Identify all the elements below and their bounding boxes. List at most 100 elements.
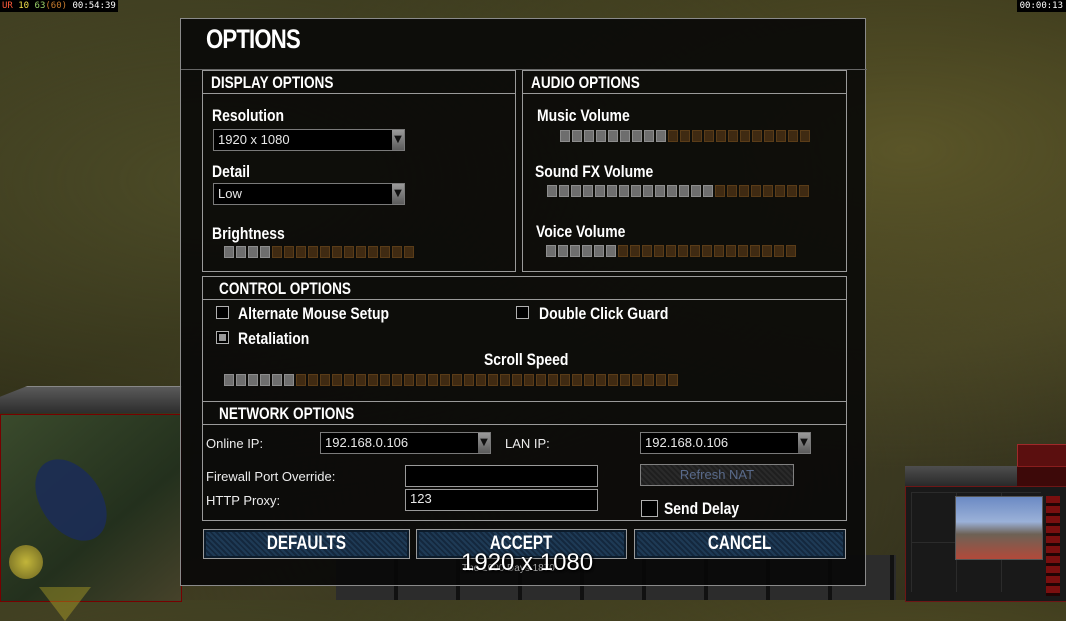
online-ip-select[interactable]: 192.168.0.106 ▼ — [320, 432, 491, 454]
slider-segment[interactable] — [224, 374, 234, 386]
chevron-down-icon[interactable]: ▼ — [392, 130, 404, 150]
detail-select[interactable]: Low ▼ — [213, 183, 405, 205]
slider-segment[interactable] — [800, 130, 810, 142]
slider-segment[interactable] — [678, 245, 688, 257]
slider-segment[interactable] — [332, 374, 342, 386]
slider-segment[interactable] — [620, 374, 630, 386]
slider-segment[interactable] — [799, 185, 809, 197]
slider-segment[interactable] — [762, 245, 772, 257]
slider-segment[interactable] — [558, 245, 568, 257]
slider-segment[interactable] — [594, 245, 604, 257]
slider-segment[interactable] — [728, 130, 738, 142]
slider-segment[interactable] — [488, 374, 498, 386]
slider-segment[interactable] — [368, 374, 378, 386]
slider-segment[interactable] — [654, 245, 664, 257]
slider-segment[interactable] — [596, 130, 606, 142]
refresh-nat-button[interactable]: Refresh NAT — [640, 464, 794, 486]
slider-segment[interactable] — [392, 246, 402, 258]
slider-segment[interactable] — [618, 245, 628, 257]
slider-segment[interactable] — [284, 374, 294, 386]
slider-segment[interactable] — [512, 374, 522, 386]
slider-segment[interactable] — [608, 374, 618, 386]
voice-volume-slider[interactable] — [546, 245, 796, 257]
slider-segment[interactable] — [642, 245, 652, 257]
slider-segment[interactable] — [440, 374, 450, 386]
slider-segment[interactable] — [464, 374, 474, 386]
slider-segment[interactable] — [680, 130, 690, 142]
slider-segment[interactable] — [668, 374, 678, 386]
slider-segment[interactable] — [356, 246, 366, 258]
slider-segment[interactable] — [691, 185, 701, 197]
slider-segment[interactable] — [692, 130, 702, 142]
slider-segment[interactable] — [582, 245, 592, 257]
slider-segment[interactable] — [572, 374, 582, 386]
slider-segment[interactable] — [644, 130, 654, 142]
slider-segment[interactable] — [704, 130, 714, 142]
slider-segment[interactable] — [740, 130, 750, 142]
chevron-down-icon[interactable]: ▼ — [798, 433, 810, 453]
slider-segment[interactable] — [224, 246, 234, 258]
slider-segment[interactable] — [560, 374, 570, 386]
slider-segment[interactable] — [595, 185, 605, 197]
slider-segment[interactable] — [656, 374, 666, 386]
slider-segment[interactable] — [596, 374, 606, 386]
chevron-down-icon[interactable]: ▼ — [392, 184, 404, 204]
slider-segment[interactable] — [380, 374, 390, 386]
slider-segment[interactable] — [380, 246, 390, 258]
slider-segment[interactable] — [260, 374, 270, 386]
slider-segment[interactable] — [703, 185, 713, 197]
slider-segment[interactable] — [320, 246, 330, 258]
slider-segment[interactable] — [583, 185, 593, 197]
slider-segment[interactable] — [608, 130, 618, 142]
slider-segment[interactable] — [332, 246, 342, 258]
slider-segment[interactable] — [296, 246, 306, 258]
alternate-mouse-checkbox[interactable] — [216, 306, 229, 319]
slider-segment[interactable] — [368, 246, 378, 258]
slider-segment[interactable] — [606, 245, 616, 257]
slider-segment[interactable] — [788, 130, 798, 142]
slider-segment[interactable] — [667, 185, 677, 197]
slider-segment[interactable] — [775, 185, 785, 197]
slider-segment[interactable] — [584, 374, 594, 386]
slider-segment[interactable] — [452, 374, 462, 386]
firewall-port-input[interactable] — [405, 465, 598, 487]
slider-segment[interactable] — [666, 245, 676, 257]
slider-segment[interactable] — [679, 185, 689, 197]
slider-segment[interactable] — [702, 245, 712, 257]
slider-segment[interactable] — [738, 245, 748, 257]
http-proxy-input[interactable]: 123 — [405, 489, 598, 511]
slider-segment[interactable] — [524, 374, 534, 386]
slider-segment[interactable] — [584, 130, 594, 142]
slider-segment[interactable] — [320, 374, 330, 386]
slider-segment[interactable] — [344, 246, 354, 258]
slider-segment[interactable] — [643, 185, 653, 197]
slider-segment[interactable] — [248, 246, 258, 258]
resolution-select[interactable]: 1920 x 1080 ▼ — [213, 129, 405, 151]
slider-segment[interactable] — [546, 245, 556, 257]
slider-segment[interactable] — [763, 185, 773, 197]
slider-segment[interactable] — [774, 245, 784, 257]
slider-segment[interactable] — [787, 185, 797, 197]
slider-segment[interactable] — [272, 374, 282, 386]
slider-segment[interactable] — [404, 374, 414, 386]
slider-segment[interactable] — [416, 374, 426, 386]
slider-segment[interactable] — [764, 130, 774, 142]
slider-segment[interactable] — [428, 374, 438, 386]
slider-segment[interactable] — [308, 374, 318, 386]
slider-segment[interactable] — [655, 185, 665, 197]
slider-segment[interactable] — [668, 130, 678, 142]
slider-segment[interactable] — [644, 374, 654, 386]
minimap[interactable] — [0, 414, 182, 621]
slider-segment[interactable] — [344, 374, 354, 386]
slider-segment[interactable] — [690, 245, 700, 257]
slider-segment[interactable] — [750, 245, 760, 257]
slider-segment[interactable] — [284, 246, 294, 258]
slider-segment[interactable] — [619, 185, 629, 197]
slider-segment[interactable] — [715, 185, 725, 197]
defaults-button[interactable]: DEFAULTS — [203, 529, 410, 559]
slider-segment[interactable] — [572, 130, 582, 142]
slider-segment[interactable] — [260, 246, 270, 258]
retaliation-checkbox[interactable] — [216, 331, 229, 344]
slider-segment[interactable] — [716, 130, 726, 142]
slider-segment[interactable] — [356, 374, 366, 386]
